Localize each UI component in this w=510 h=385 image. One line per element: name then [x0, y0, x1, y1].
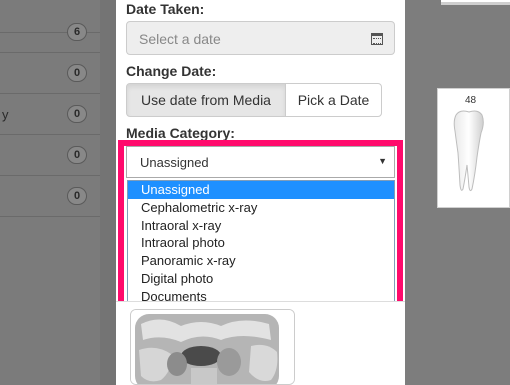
count-badge: 0 — [67, 187, 87, 205]
sidebar-item[interactable]: 0 — [0, 135, 100, 176]
xray-thumbnail[interactable] — [130, 309, 295, 385]
pick-a-date-button[interactable]: Pick a Date — [285, 83, 382, 117]
tooth-number: 48 — [465, 95, 477, 106]
count-badge: 0 — [67, 146, 87, 164]
xray-image — [131, 310, 294, 384]
sidebar-list: 6 0 y 0 0 0 — [0, 0, 100, 385]
use-date-from-media-button[interactable]: Use date from Media — [126, 83, 286, 117]
count-badge: 0 — [67, 105, 87, 123]
count-badge: 0 — [67, 64, 87, 82]
modal-backdrop — [100, 0, 116, 385]
date-taken-label: Date Taken: — [126, 1, 205, 17]
count-badge: 6 — [67, 23, 87, 41]
change-date-label: Change Date: — [126, 63, 217, 79]
sidebar-item[interactable]: 6 — [0, 12, 100, 53]
calendar-icon[interactable] — [371, 33, 383, 45]
sidebar-item[interactable]: 0 — [0, 53, 100, 94]
highlight-box — [118, 140, 403, 311]
tooth-icon — [453, 110, 484, 192]
date-taken-input[interactable]: Select a date — [126, 21, 395, 55]
sidebar-item[interactable]: y 0 — [0, 94, 100, 135]
tooth-card[interactable]: 48 — [437, 88, 510, 208]
media-thumbnail[interactable] — [441, 0, 510, 5]
date-placeholder: Select a date — [139, 31, 221, 47]
sidebar-item[interactable]: 0 — [0, 176, 100, 217]
sidebar-item-label: y — [2, 107, 9, 122]
media-category-label: Media Category: — [126, 125, 235, 141]
